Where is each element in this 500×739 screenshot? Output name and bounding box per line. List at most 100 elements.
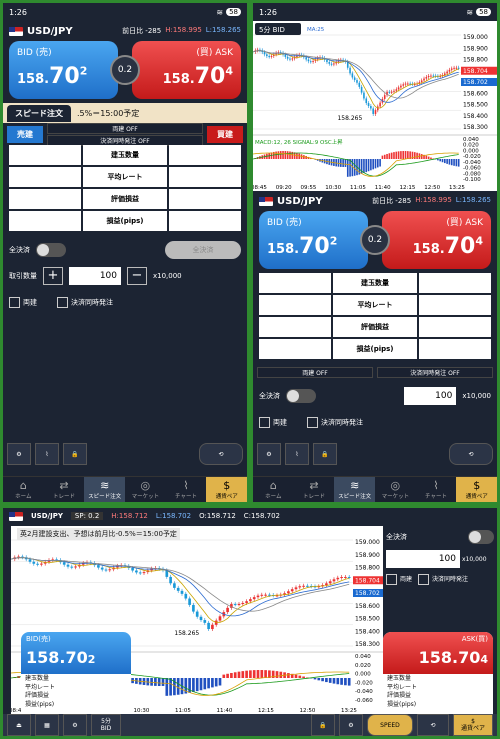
home-icon: ⌂ xyxy=(269,479,277,492)
low-value: L:158.702 xyxy=(155,512,192,520)
candle xyxy=(328,581,332,584)
price-tick-label: 158.400 xyxy=(463,113,488,120)
macd-bar xyxy=(325,678,328,683)
qty-minus-button[interactable]: − xyxy=(127,267,147,285)
rotate-button[interactable]: ⟲ xyxy=(417,714,449,736)
price-chart[interactable]: 158.265 159.000 158.900 158.800 158.704 158.7… xyxy=(253,21,497,191)
all-close-toggle[interactable] xyxy=(468,530,494,544)
macd-bar xyxy=(241,671,245,678)
candle xyxy=(180,590,184,594)
price-tick-label: 159.000 xyxy=(463,34,488,41)
macd-bar xyxy=(211,678,214,688)
tab-chart[interactable]: ⌇ チャート xyxy=(416,477,457,502)
ask-button[interactable]: ASK(買) 158.704 xyxy=(383,632,493,674)
sell-cell xyxy=(259,317,331,337)
news-ticker[interactable]: 英2月建設支出、予想は前月比-0.5%＝15:00予定 xyxy=(17,528,180,540)
speed-button[interactable]: SPEED xyxy=(367,714,413,736)
candle xyxy=(402,84,405,86)
tab-home[interactable]: ⌂ ホーム xyxy=(3,477,44,502)
settle-checkbox[interactable]: 決済同時発注 xyxy=(307,416,363,428)
sell-build-tab[interactable]: 売建 xyxy=(7,125,43,143)
speed-gear-button[interactable]: ⚙ xyxy=(7,443,31,465)
timeframe-button[interactable]: 5分 BID xyxy=(91,714,121,736)
price-tick-label: 158.800 xyxy=(355,565,380,572)
bid-button[interactable]: BID (売) 158.702 xyxy=(259,211,369,269)
candle xyxy=(226,607,229,613)
bid-button[interactable]: BID (売) 158.702 xyxy=(9,41,119,99)
tab-chart[interactable]: ⌇ チャート xyxy=(166,477,207,502)
news-bar: スピード注文 .5%＝15:00予定 xyxy=(3,103,247,123)
tab-speed-order[interactable]: ≋ スピード注文 xyxy=(84,477,126,502)
bid-sup: 2 xyxy=(329,234,338,248)
close-value: C:158.702 xyxy=(243,512,280,520)
checkbox-row: 両建 決済同時発注 xyxy=(253,409,497,435)
lock-button[interactable]: 🔒 xyxy=(63,443,87,465)
rotate-button[interactable]: ⟲ xyxy=(199,443,243,465)
moving-average-line xyxy=(11,557,350,612)
qty-plus-button[interactable]: + xyxy=(43,267,63,285)
rotate-button[interactable]: ⟲ xyxy=(449,443,493,465)
tab-home[interactable]: ⌂ ホーム xyxy=(253,477,294,502)
bid-card[interactable]: BID(売) 158.702 建玉数量 平均レート 評価損益 損益(pips) xyxy=(21,632,131,714)
chart-button[interactable]: ⌇ xyxy=(285,443,309,465)
ask-card[interactable]: ASK(買) 158.704 建玉数量 平均レート 評価損益 損益(pips) xyxy=(383,632,493,714)
lock-button[interactable]: 🔒 xyxy=(313,443,337,465)
qty-input[interactable]: 100 xyxy=(404,387,457,405)
news-ticker[interactable]: .5%＝15:00予定 xyxy=(77,108,139,119)
both-checkbox[interactable]: 両建 xyxy=(386,574,412,585)
candle xyxy=(351,73,354,78)
ask-button[interactable]: (買) ASK 158.704 xyxy=(131,41,241,99)
tab-market[interactable]: ◎ マーケット xyxy=(375,477,416,502)
gear-icon: ⚙ xyxy=(16,450,22,458)
all-close-toggle[interactable] xyxy=(286,389,316,403)
macd-bar xyxy=(264,670,267,678)
chart-button[interactable]: ⌇ xyxy=(35,443,59,465)
macd-bar xyxy=(416,152,418,159)
grid-label: 建玉数量 xyxy=(333,273,417,293)
pair-name[interactable]: USD/JPY xyxy=(27,26,73,37)
settle-checkbox[interactable]: 決済同時発注 xyxy=(57,296,113,308)
qty-input[interactable]: 100 xyxy=(69,267,121,285)
qty-input[interactable]: 100 xyxy=(386,550,460,568)
settle-checkbox-label: 決済同時発注 xyxy=(432,576,469,583)
tab-speed-order[interactable]: ≋ スピード注文 xyxy=(334,477,376,502)
macd-bar xyxy=(413,152,416,159)
all-close-button[interactable]: 全決済 xyxy=(165,241,241,259)
sell-cell xyxy=(9,167,81,187)
trade-icon: ⇄ xyxy=(309,479,319,492)
candle xyxy=(142,572,146,574)
candle xyxy=(309,61,312,63)
bid-button[interactable]: BID(売) 158.702 xyxy=(21,632,131,674)
all-close-toggle[interactable] xyxy=(36,243,66,257)
both-checkbox[interactable]: 両建 xyxy=(9,296,37,308)
order-tabs: 売建 両建 OFF 決済同時発注 OFF 買建 xyxy=(3,122,247,146)
tab-market[interactable]: ◎ マーケット xyxy=(125,477,166,502)
status-bar: 1:26 ≋ 58 xyxy=(253,3,497,21)
pair-name[interactable]: USD/JPY xyxy=(31,512,63,520)
ask-button[interactable]: (買) ASK 158.704 xyxy=(381,211,491,269)
collapse-button[interactable]: ⏏ xyxy=(7,714,31,736)
candle xyxy=(287,591,290,594)
settle-checkbox[interactable]: 決済同時発注 xyxy=(418,574,468,585)
speed-gear-button[interactable]: ⚙ xyxy=(339,714,363,736)
qty-unit: x10,000 xyxy=(153,272,182,280)
speed-gear-button[interactable]: ⚙ xyxy=(257,443,281,465)
buy-build-tab[interactable]: 買建 xyxy=(207,125,243,143)
macd-tick-label: 0.040 xyxy=(355,654,371,660)
tab-trade[interactable]: ⇄ トレード xyxy=(44,477,85,502)
speed-order-tab[interactable]: スピード注文 xyxy=(7,104,71,122)
currency-pair-button[interactable]: $ 通貨ペア xyxy=(453,714,493,736)
candle xyxy=(333,63,335,65)
buy-cell xyxy=(419,273,491,293)
tab-currency[interactable]: $ 通貨ペア xyxy=(206,477,247,502)
ask-big: 70 xyxy=(194,64,226,89)
lock-button[interactable]: 🔒 xyxy=(311,714,335,736)
bid-int: 158. xyxy=(267,242,300,257)
tab-trade[interactable]: ⇄ トレード xyxy=(294,477,335,502)
pair-name[interactable]: USD/JPY xyxy=(277,196,323,207)
macd-bar xyxy=(425,155,428,159)
settings-button[interactable]: ⚙ xyxy=(63,714,87,736)
both-checkbox[interactable]: 両建 xyxy=(259,416,287,428)
tab-currency[interactable]: $ 通貨ペア xyxy=(456,477,497,502)
grid-button[interactable]: ▦ xyxy=(35,714,59,736)
